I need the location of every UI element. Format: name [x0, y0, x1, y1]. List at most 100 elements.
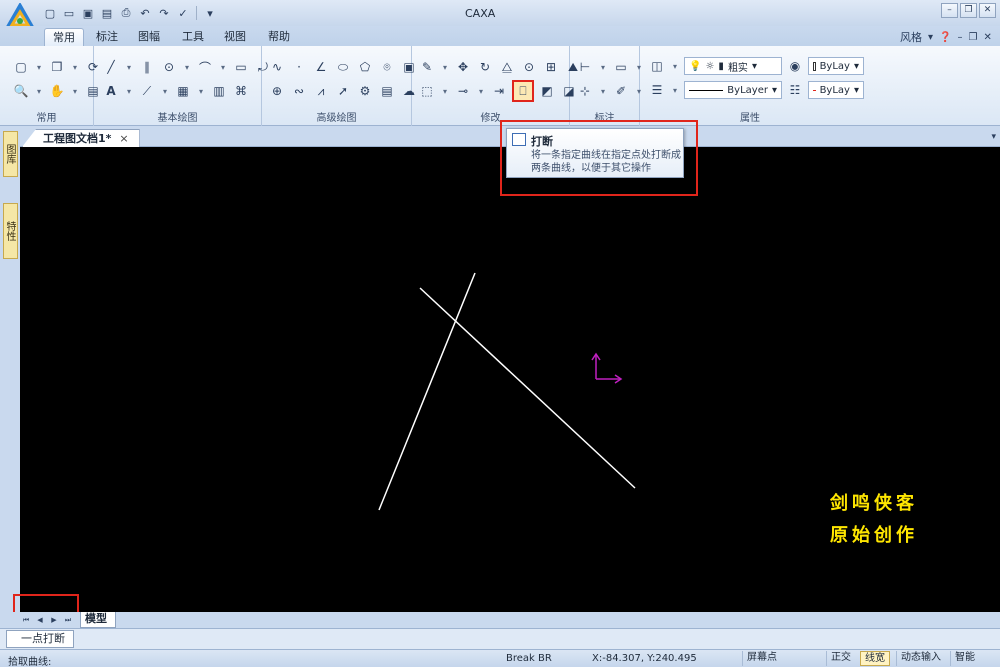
select-box-icon[interactable]: ⬚: [418, 82, 436, 100]
help-icon[interactable]: ❓: [939, 32, 951, 43]
polygon-icon[interactable]: ⬠: [356, 58, 374, 76]
extend-icon[interactable]: ⇥: [490, 82, 508, 100]
prev-layout-icon[interactable]: ◀: [34, 614, 46, 626]
chevron-down-icon[interactable]: ▾: [70, 82, 80, 100]
point-icon[interactable]: ·: [290, 58, 308, 76]
curve-icon[interactable]: ∿: [268, 58, 286, 76]
zigzag-icon[interactable]: ⩘: [312, 82, 330, 100]
offset-icon[interactable]: ⊙: [520, 58, 538, 76]
tab-help[interactable]: 帮助: [260, 28, 298, 46]
spline-icon[interactable]: ⌘: [232, 82, 250, 100]
wave-line-icon[interactable]: ∾: [290, 82, 308, 100]
coordinate-icon[interactable]: ⊹: [576, 82, 594, 100]
ribbon-minimize-icon[interactable]: –: [957, 32, 962, 43]
command-option-tab[interactable]: 一点打断: [6, 630, 74, 648]
table-icon[interactable]: ▤: [378, 82, 396, 100]
close-icon[interactable]: ×: [119, 132, 128, 145]
last-layout-icon[interactable]: ⏭: [62, 614, 74, 626]
hatch-icon[interactable]: ▦: [174, 82, 192, 100]
parallel-line-icon[interactable]: ∥: [138, 58, 156, 76]
open-folder-icon[interactable]: ▭: [61, 5, 77, 21]
minimize-button[interactable]: –: [941, 3, 958, 18]
dim-style-icon[interactable]: ▭: [612, 58, 630, 76]
break-icon[interactable]: ⎕: [512, 80, 534, 102]
document-tab[interactable]: 工程图文档1* ×: [22, 129, 140, 147]
drawing-canvas[interactable]: 剑鸣侠客 原始创作: [20, 147, 1000, 612]
brush-icon[interactable]: ✎: [418, 58, 436, 76]
linewidth-dropdown[interactable]: 💡 ☼ ▮ 粗实 ▾: [684, 57, 782, 75]
chevron-down-icon[interactable]: ▾: [670, 81, 680, 99]
arrow-icon[interactable]: ➚: [334, 82, 352, 100]
chevron-down-icon[interactable]: ▾: [124, 82, 134, 100]
layer-icon[interactable]: ◫: [648, 57, 666, 75]
chamfer-icon[interactable]: ◩: [538, 82, 556, 100]
chevron-down-icon[interactable]: ▾: [160, 82, 170, 100]
first-layout-icon[interactable]: ⏮: [20, 614, 32, 626]
lineweight-icon[interactable]: ☰: [648, 81, 666, 99]
gear-icon[interactable]: ⚙: [356, 82, 374, 100]
linescale-icon[interactable]: ☷: [786, 81, 804, 99]
chevron-down-icon[interactable]: ▾: [440, 82, 450, 100]
confirm-icon[interactable]: ✓: [175, 5, 191, 21]
chevron-down-icon[interactable]: ▾: [182, 58, 192, 76]
tab-common[interactable]: 常用: [44, 28, 84, 46]
mirror-icon[interactable]: ⧋: [498, 58, 516, 76]
arc-icon[interactable]: ⌒: [196, 58, 214, 76]
chevron-down-icon[interactable]: ▾: [34, 58, 44, 76]
zoom-icon[interactable]: 🔍: [12, 82, 30, 100]
undo-icon[interactable]: ↶: [137, 5, 153, 21]
redo-icon[interactable]: ↷: [156, 5, 172, 21]
restore-button[interactable]: ❐: [960, 3, 977, 18]
chevron-down-icon[interactable]: ▾: [70, 58, 80, 76]
qat-customize-icon[interactable]: ▾: [202, 5, 218, 21]
tab-tools[interactable]: 工具: [174, 28, 212, 46]
center-mark-icon[interactable]: ⊕: [268, 82, 286, 100]
linetype-dropdown[interactable]: ByLayer ▾: [684, 81, 782, 99]
chevron-down-icon[interactable]: ▾: [476, 82, 486, 100]
next-layout-icon[interactable]: ▶: [48, 614, 60, 626]
chevron-down-icon[interactable]: ▾: [218, 58, 228, 76]
hole-icon[interactable]: ⌾: [378, 58, 396, 76]
centerline-icon[interactable]: ⟋: [138, 82, 156, 100]
chevron-down-icon[interactable]: ▾: [598, 58, 608, 76]
save-icon[interactable]: ▣: [80, 5, 96, 21]
dimension-icon[interactable]: ⊢: [576, 58, 594, 76]
angle-line-icon[interactable]: ∠: [312, 58, 330, 76]
text-icon[interactable]: A: [102, 82, 120, 100]
move-icon[interactable]: ✥: [454, 58, 472, 76]
pan-icon[interactable]: ✋: [48, 82, 66, 100]
smart-snap-button[interactable]: 智能: [950, 651, 979, 666]
tab-sheet[interactable]: 图幅: [130, 28, 168, 46]
chevron-down-icon[interactable]: ▾: [124, 58, 134, 76]
save-as-icon[interactable]: ▤: [99, 5, 115, 21]
dock-properties-tab[interactable]: 特性: [3, 203, 18, 259]
drawn-line-2[interactable]: [419, 287, 636, 489]
chevron-down-icon[interactable]: ▾: [440, 58, 450, 76]
new-icon[interactable]: ▢: [12, 58, 30, 76]
print-icon[interactable]: ⎙: [118, 5, 134, 21]
new-file-icon[interactable]: ▢: [42, 5, 58, 21]
dock-library-tab[interactable]: 图库: [3, 131, 18, 177]
copy-icon[interactable]: ❐: [48, 58, 66, 76]
chevron-down-icon[interactable]: ▾: [991, 132, 996, 142]
line-icon[interactable]: ╱: [102, 58, 120, 76]
chevron-down-icon[interactable]: ▾: [34, 82, 44, 100]
chevron-down-icon[interactable]: ▾: [598, 82, 608, 100]
ortho-button[interactable]: 正交: [826, 651, 855, 666]
chevron-down-icon[interactable]: ▾: [196, 82, 206, 100]
ribbon-close-icon[interactable]: ✕: [983, 32, 991, 43]
style-menu[interactable]: 风格 ▾ ❓ – ❐ ✕: [900, 29, 992, 45]
color-dropdown[interactable]: ByLay ▾: [808, 81, 864, 99]
rectangle-icon[interactable]: ▭: [232, 58, 250, 76]
array-icon[interactable]: ⊞: [542, 58, 560, 76]
circle-icon[interactable]: ⊙: [160, 58, 178, 76]
rotate-icon[interactable]: ↻: [476, 58, 494, 76]
drawn-line-1[interactable]: [378, 272, 476, 511]
ribbon-restore-icon[interactable]: ❐: [968, 32, 977, 43]
tab-model[interactable]: 模型: [80, 612, 116, 628]
ellipse-icon[interactable]: ⬭: [334, 58, 352, 76]
dynamic-input-button[interactable]: 动态输入: [896, 651, 945, 666]
chevron-down-icon[interactable]: ▾: [670, 57, 680, 75]
screen-point-button[interactable]: 屏幕点: [742, 651, 781, 666]
color-wheel-icon[interactable]: ◉: [786, 57, 804, 75]
